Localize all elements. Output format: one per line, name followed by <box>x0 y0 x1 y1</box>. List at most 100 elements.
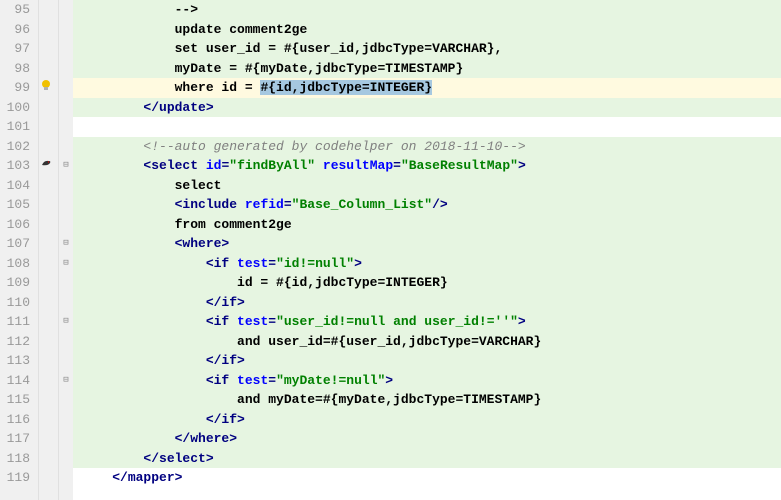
token-comment: <!--auto generated by codehelper on 2018… <box>143 139 525 154</box>
code-line[interactable]: select <box>73 176 781 196</box>
icon-cell-empty <box>39 117 58 137</box>
code-line[interactable]: <where> <box>73 234 781 254</box>
fold-toggle[interactable]: ⊟ <box>59 312 73 332</box>
code-line[interactable]: set user_id = #{user_id,jdbcType=VARCHAR… <box>73 39 781 59</box>
fold-cell-empty <box>59 390 73 410</box>
icon-cell-empty <box>39 332 58 352</box>
fold-cell-empty <box>59 410 73 430</box>
line-number: 111 <box>0 312 30 332</box>
token-attr-name: test <box>237 256 268 271</box>
code-line[interactable]: id = #{id,jdbcType=INTEGER} <box>73 273 781 293</box>
line-number: 106 <box>0 215 30 235</box>
token-tag: = <box>268 256 276 271</box>
code-line[interactable]: <if test="myDate!=null"> <box>73 371 781 391</box>
token-attr-val: "Base_Column_List" <box>292 197 432 212</box>
token-tag: = <box>284 197 292 212</box>
icon-gutter <box>39 0 59 500</box>
line-number: 104 <box>0 176 30 196</box>
token-tag <box>315 158 323 173</box>
code-line[interactable]: update comment2ge <box>73 20 781 40</box>
fold-cell-empty <box>59 176 73 196</box>
line-number: 102 <box>0 137 30 157</box>
line-number: 99 <box>0 78 30 98</box>
token-tag: <if <box>206 314 237 329</box>
line-number: 107 <box>0 234 30 254</box>
code-line[interactable]: </select> <box>73 449 781 469</box>
fold-gutter: ⊟⊟⊟⊟⊟ <box>59 0 73 500</box>
fold-cell-empty <box>59 78 73 98</box>
token-tag: = <box>393 158 401 173</box>
selection[interactable]: #{id,jdbcType=INTEGER} <box>260 80 432 95</box>
code-line[interactable]: </mapper> <box>73 468 781 488</box>
fold-toggle[interactable]: ⊟ <box>59 254 73 274</box>
icon-cell-empty <box>39 215 58 235</box>
token-tag: </mapper> <box>112 470 182 485</box>
code-line[interactable]: </if> <box>73 410 781 430</box>
line-number: 118 <box>0 449 30 469</box>
line-number: 112 <box>0 332 30 352</box>
token-tag: > <box>518 314 526 329</box>
token-text: set user_id = #{user_id,jdbcType=VARCHAR… <box>175 41 503 56</box>
token-attr-name: test <box>237 314 268 329</box>
line-number-gutter: 9596979899100101102103104105106107108109… <box>0 0 39 500</box>
code-line[interactable]: --> <box>73 0 781 20</box>
code-line[interactable]: </where> <box>73 429 781 449</box>
token-attr-name: id <box>206 158 222 173</box>
token-tag: </if> <box>206 412 245 427</box>
token-tag: > <box>354 256 362 271</box>
icon-cell-empty <box>39 468 58 488</box>
icon-cell-empty <box>39 293 58 313</box>
code-line[interactable]: <select id="findByAll" resultMap="BaseRe… <box>73 156 781 176</box>
token-tag: <if <box>206 256 237 271</box>
line-number: 103 <box>0 156 30 176</box>
bulb-icon[interactable] <box>39 78 58 98</box>
code-line[interactable]: </if> <box>73 293 781 313</box>
fold-cell-empty <box>59 351 73 371</box>
code-line[interactable]: <include refid="Base_Column_List"/> <box>73 195 781 215</box>
icon-cell-empty <box>39 20 58 40</box>
icon-cell-empty <box>39 176 58 196</box>
token-attr-val: "BaseResultMap" <box>401 158 518 173</box>
token-text: update comment2ge <box>175 22 308 37</box>
token-attr-val: "id!=null" <box>276 256 354 271</box>
code-line[interactable] <box>73 117 781 137</box>
code-line[interactable]: and user_id=#{user_id,jdbcType=VARCHAR} <box>73 332 781 352</box>
line-number: 108 <box>0 254 30 274</box>
code-line[interactable]: <if test="id!=null"> <box>73 254 781 274</box>
fold-toggle[interactable]: ⊟ <box>59 234 73 254</box>
code-line[interactable]: where id = #{id,jdbcType=INTEGER} <box>73 78 781 98</box>
icon-cell-empty <box>39 312 58 332</box>
fold-cell-empty <box>59 273 73 293</box>
line-number: 98 <box>0 59 30 79</box>
icon-cell-empty <box>39 98 58 118</box>
token-text: and myDate=#{myDate,jdbcType=TIMESTAMP} <box>237 392 541 407</box>
icon-cell-empty <box>39 59 58 79</box>
line-number: 115 <box>0 390 30 410</box>
token-attr-val: "myDate!=null" <box>276 373 385 388</box>
fold-cell-empty <box>59 293 73 313</box>
fold-cell-empty <box>59 195 73 215</box>
fold-cell-empty <box>59 0 73 20</box>
token-tag: /> <box>432 197 448 212</box>
fold-cell-empty <box>59 332 73 352</box>
bird-icon[interactable] <box>39 156 58 176</box>
code-line[interactable]: </update> <box>73 98 781 118</box>
code-line[interactable]: </if> <box>73 351 781 371</box>
code-line[interactable]: from comment2ge <box>73 215 781 235</box>
icon-cell-empty <box>39 429 58 449</box>
line-number: 113 <box>0 351 30 371</box>
token-tag: </if> <box>206 353 245 368</box>
code-line[interactable]: myDate = #{myDate,jdbcType=TIMESTAMP} <box>73 59 781 79</box>
code-line[interactable]: <if test="user_id!=null and user_id!=''"… <box>73 312 781 332</box>
icon-cell-empty <box>39 234 58 254</box>
code-area[interactable]: --> update comment2ge set user_id = #{us… <box>73 0 781 500</box>
line-number: 116 <box>0 410 30 430</box>
line-number: 110 <box>0 293 30 313</box>
fold-toggle[interactable]: ⊟ <box>59 371 73 391</box>
token-tag: <if <box>206 373 237 388</box>
line-number: 101 <box>0 117 30 137</box>
code-line[interactable]: and myDate=#{myDate,jdbcType=TIMESTAMP} <box>73 390 781 410</box>
fold-toggle[interactable]: ⊟ <box>59 156 73 176</box>
token-tag: </where> <box>175 431 237 446</box>
code-line[interactable]: <!--auto generated by codehelper on 2018… <box>73 137 781 157</box>
